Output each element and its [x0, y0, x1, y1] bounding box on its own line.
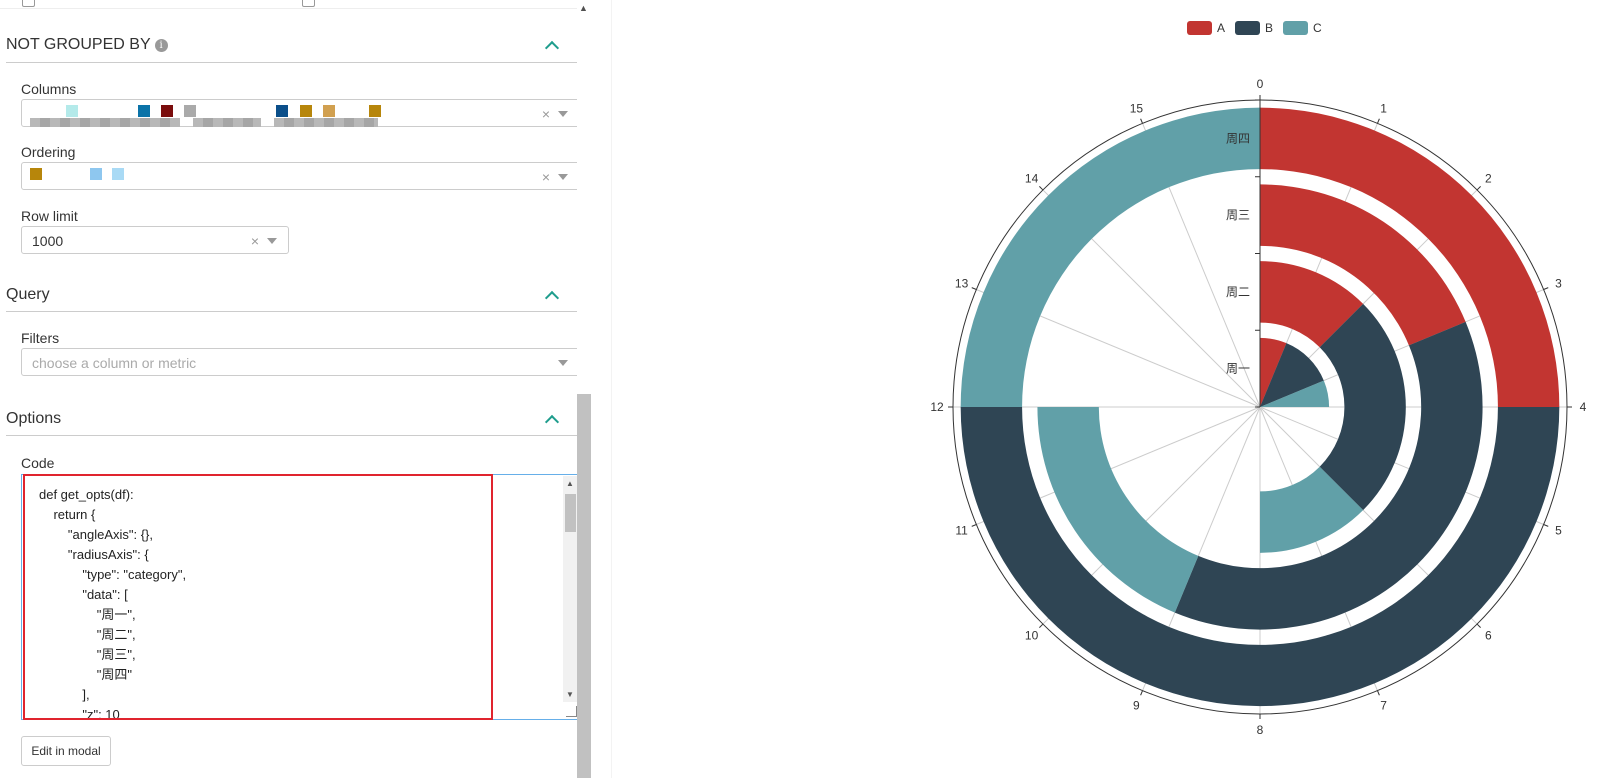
scroll-down-icon[interactable]: ▼: [566, 690, 574, 699]
angle-tick: [1039, 186, 1044, 191]
angle-tick-label: 1: [1380, 102, 1387, 116]
chevron-down-icon[interactable]: [558, 174, 568, 180]
angle-tick-label: 10: [1025, 628, 1039, 642]
filters-select[interactable]: choose a column or metric: [21, 348, 577, 376]
chevron-down-icon[interactable]: [558, 111, 568, 117]
row-limit-label: Row limit: [21, 208, 78, 224]
checkbox[interactable]: [22, 0, 35, 7]
previous-section-stub: [0, 0, 577, 9]
angle-tick: [971, 524, 977, 527]
chevron-down-icon[interactable]: [267, 238, 277, 244]
legend-label: C: [1313, 21, 1322, 35]
angle-tick: [1543, 287, 1549, 290]
chevron-up-icon[interactable]: [544, 40, 560, 56]
angle-tick-label: 9: [1133, 698, 1140, 712]
legend-label: B: [1265, 21, 1273, 35]
angle-tick: [1377, 118, 1380, 124]
resize-handle-icon[interactable]: [566, 706, 577, 717]
columns-select[interactable]: ×: [21, 99, 577, 127]
radius-tick-label: 周四: [1226, 131, 1250, 145]
code-scrollbar-thumb[interactable]: [565, 494, 576, 532]
section-divider: [6, 435, 577, 436]
panel-scrollbar-thumb[interactable]: [577, 394, 591, 778]
section-divider: [6, 62, 577, 63]
chevron-up-icon[interactable]: [544, 414, 560, 430]
angle-tick-label: 12: [930, 400, 944, 414]
angle-tick-label: 15: [1130, 102, 1144, 116]
angle-tick-label: 14: [1025, 172, 1039, 186]
angle-tick: [1140, 118, 1143, 124]
angle-tick-label: 3: [1555, 276, 1562, 290]
clear-icon[interactable]: ×: [542, 106, 550, 122]
row-limit-select[interactable]: 1000 ×: [21, 226, 289, 254]
legend-swatch-C: [1283, 21, 1308, 35]
angle-tick-label: 0: [1257, 77, 1264, 91]
section-divider: [6, 311, 577, 312]
radius-tick-label: 周二: [1226, 285, 1250, 299]
section-title-options[interactable]: Options: [6, 410, 61, 428]
clear-icon[interactable]: ×: [251, 233, 259, 249]
angle-tick-label: 5: [1555, 524, 1562, 538]
edit-in-modal-button[interactable]: Edit in modal: [21, 736, 111, 766]
angle-tick-label: 4: [1580, 400, 1587, 414]
angle-tick: [971, 287, 977, 290]
filters-label: Filters: [21, 330, 60, 346]
legend-swatch-A: [1187, 21, 1212, 35]
chevron-down-icon[interactable]: [558, 360, 568, 366]
polar-bar-chart: 0123456789101112131415周一周二周三周四A B C: [930, 21, 1587, 737]
angle-tick-label: 6: [1485, 628, 1492, 642]
angle-tick-label: 11: [955, 524, 968, 538]
control-panel: NOT GROUPED BY i Columns × Ordering × Ro…: [0, 0, 577, 778]
row-limit-value: 1000: [32, 233, 64, 249]
scroll-up-icon[interactable]: ▲: [566, 479, 574, 488]
radius-tick-label: 周三: [1226, 208, 1250, 222]
angle-tick-label: 7: [1380, 698, 1387, 712]
checkbox[interactable]: [302, 0, 315, 7]
info-icon[interactable]: i: [154, 39, 168, 52]
angle-tick: [1140, 690, 1143, 696]
code-label: Code: [21, 455, 55, 471]
angle-tick: [1543, 524, 1549, 527]
columns-label: Columns: [21, 81, 77, 97]
section-title-text: NOT GROUPED BY: [6, 36, 151, 53]
chevron-up-icon[interactable]: [544, 290, 560, 306]
clear-icon[interactable]: ×: [542, 169, 550, 185]
ordering-select[interactable]: ×: [21, 162, 577, 190]
radius-tick-label: 周一: [1226, 362, 1250, 376]
angle-tick: [1476, 186, 1481, 191]
filters-placeholder: choose a column or metric: [32, 355, 197, 371]
angle-tick-label: 2: [1485, 172, 1492, 186]
legend-label: A: [1217, 21, 1225, 35]
angle-tick-label: 13: [955, 276, 969, 290]
angle-tick-label: 8: [1257, 723, 1264, 737]
scroll-up-icon[interactable]: ▲: [579, 3, 588, 13]
angle-tick: [1476, 623, 1481, 628]
highlight-box: [23, 474, 493, 720]
ordering-label: Ordering: [21, 144, 76, 160]
angle-tick: [1039, 623, 1044, 628]
code-scrollbar[interactable]: ▲ ▼: [563, 476, 577, 702]
angle-tick: [1377, 690, 1380, 696]
section-title-query[interactable]: Query: [6, 286, 50, 304]
section-title-not-grouped-by[interactable]: NOT GROUPED BY i: [6, 36, 168, 54]
legend-swatch-B: [1235, 21, 1260, 35]
